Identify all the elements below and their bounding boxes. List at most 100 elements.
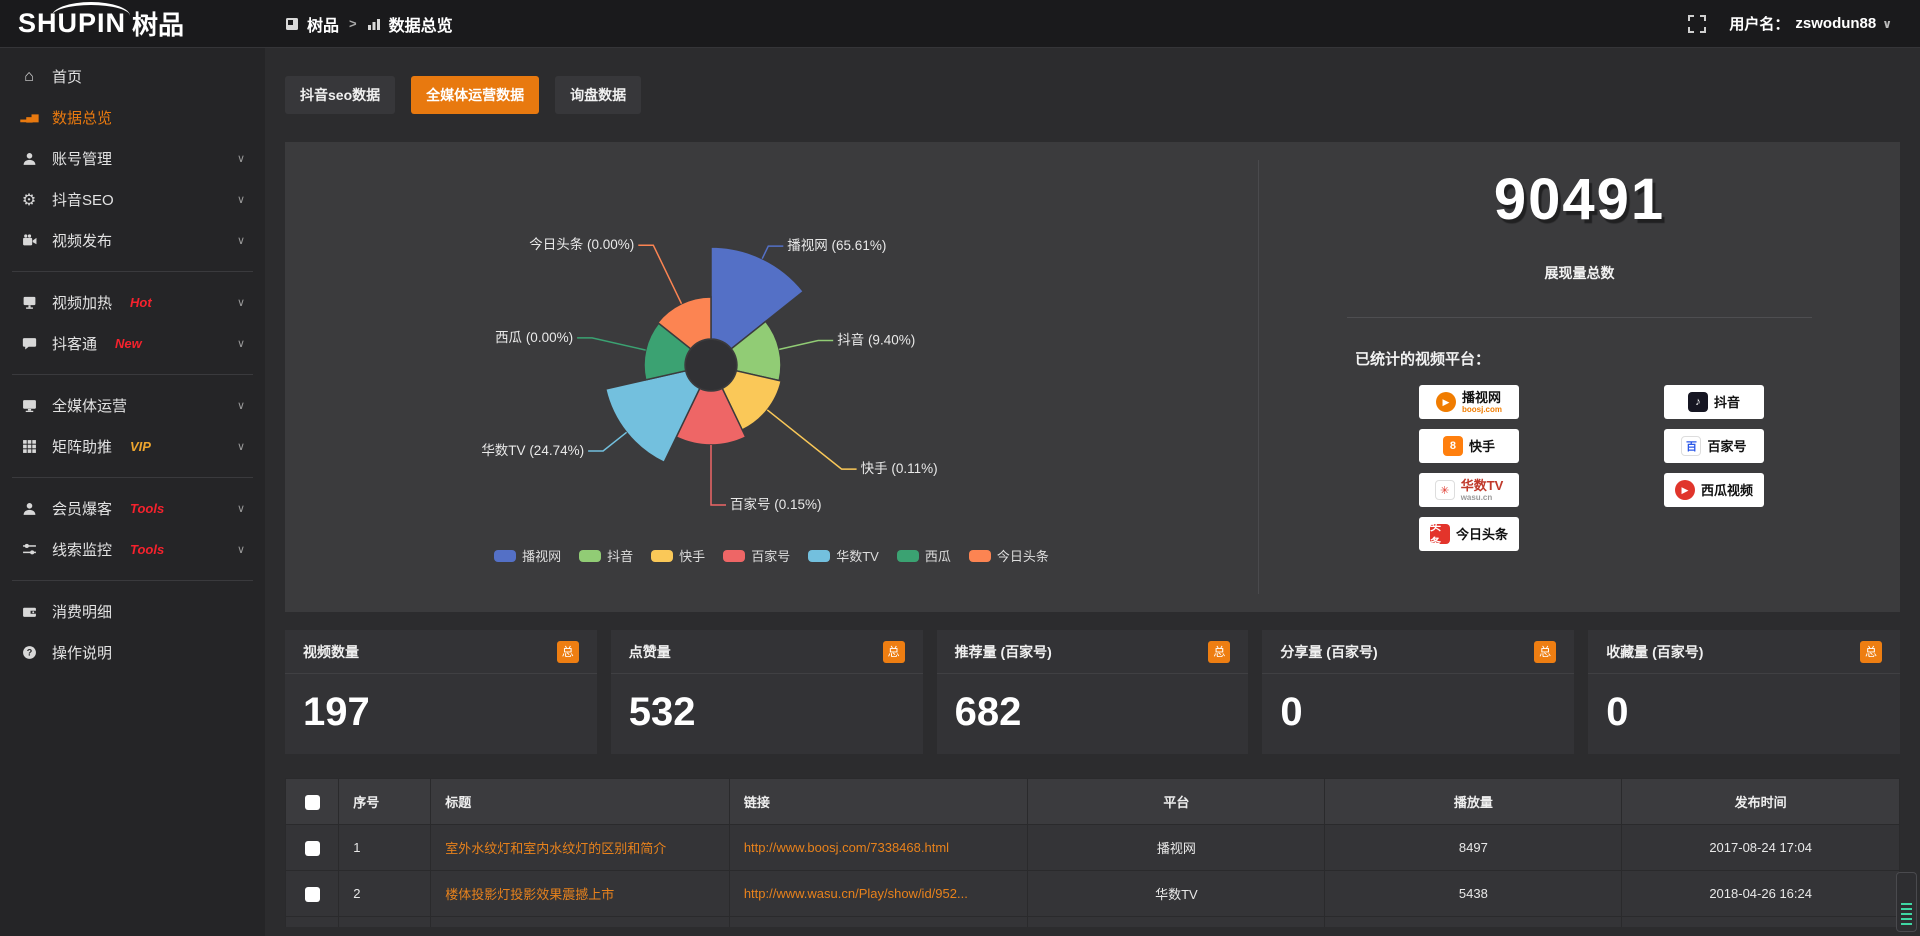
sidebar-item-全媒体运营[interactable]: 全媒体运营∨	[0, 385, 265, 426]
table-row: 2楼体投影灯投影效果震撼上市http://www.wasu.cn/Play/sh…	[286, 871, 1900, 917]
fullscreen-icon[interactable]	[1687, 14, 1707, 34]
stat-value: 0	[1588, 674, 1900, 735]
sidebar-item-label: 全媒体运营	[52, 395, 127, 416]
column-header-播放量: 播放量	[1325, 779, 1622, 825]
sidebar-divider	[12, 477, 253, 478]
stat-value: 532	[611, 674, 923, 735]
row-checkbox[interactable]	[305, 887, 320, 902]
column-header-平台: 平台	[1028, 779, 1325, 825]
legend-item-西瓜[interactable]: 西瓜	[897, 546, 951, 565]
video-url-link[interactable]: http://www.wasu.cn/Play/show/id/952...	[729, 871, 1028, 917]
pie-label-西瓜: 西瓜 (0.00%)	[495, 330, 573, 345]
stat-value: 0	[1262, 674, 1574, 735]
platform-badge-西瓜视频: ▶西瓜视频	[1664, 473, 1764, 507]
sidebar-item-label: 数据总览	[52, 107, 112, 128]
home-icon: ⌂	[20, 68, 38, 86]
legend-item-今日头条[interactable]: 今日头条	[969, 546, 1049, 565]
user-menu[interactable]: 用户名： zswodun88 ∨	[1729, 13, 1892, 34]
summary-divider	[1347, 317, 1812, 318]
video-url-link[interactable]: http://www.boosj.com/7338468.html	[729, 825, 1028, 871]
total-impressions-label: 展现量总数	[1259, 263, 1900, 283]
sidebar-item-会员爆客[interactable]: 会员爆客Tools∨	[0, 488, 265, 529]
camera-icon	[20, 233, 38, 248]
select-all-checkbox[interactable]	[305, 795, 320, 810]
svg-text:?: ?	[26, 648, 32, 658]
scrollbar-widget[interactable]	[1896, 872, 1917, 932]
total-badge: 总	[1208, 641, 1230, 663]
sidebar-item-操作说明[interactable]: ?操作说明	[0, 632, 265, 673]
empty-cell	[1028, 917, 1325, 927]
plays-cell: 5438	[1325, 871, 1622, 917]
table-row: 1室外水纹灯和室内水纹灯的区别和简介http://www.boosj.com/7…	[286, 825, 1900, 871]
tab-抖音seo数据[interactable]: 抖音seo数据	[285, 76, 395, 114]
legend-swatch	[494, 550, 516, 562]
sidebar-item-数据总览[interactable]: ▂▄▆数据总览	[0, 97, 265, 138]
sidebar-item-账号管理[interactable]: 账号管理∨	[0, 138, 265, 179]
sidebar-item-badge: Hot	[130, 295, 152, 310]
sidebar-item-badge: New	[115, 336, 142, 351]
stat-label: 收藏量 (百家号)	[1606, 642, 1703, 662]
sidebar-item-抖客通[interactable]: 抖客通New∨	[0, 323, 265, 364]
legend-item-华数TV[interactable]: 华数TV	[808, 546, 879, 565]
username-label: 用户名：	[1729, 13, 1789, 34]
sidebar-item-label: 抖客通	[52, 333, 97, 354]
stat-card-header: 分享量 (百家号)总	[1262, 630, 1574, 674]
empty-cell	[286, 917, 339, 927]
breadcrumb-root[interactable]: 树品	[307, 12, 339, 36]
sidebar-item-label: 首页	[52, 66, 82, 87]
platform-name: 华数TV	[1461, 479, 1504, 492]
row-number: 2	[339, 871, 431, 917]
sidebar-divider	[12, 271, 253, 272]
tab-询盘数据[interactable]: 询盘数据	[555, 76, 641, 114]
sidebar-item-矩阵助推[interactable]: 矩阵助推VIP∨	[0, 426, 265, 467]
播视网-logo-icon: ▶	[1436, 392, 1456, 412]
sidebar-item-首页[interactable]: ⌂ 首页	[0, 56, 265, 97]
legend-label: 今日头条	[997, 546, 1049, 565]
sidebar-divider	[12, 374, 253, 375]
gear-icon: ⚙	[20, 190, 38, 210]
platform-name: 抖音	[1714, 396, 1740, 409]
empty-cell	[431, 917, 730, 927]
app-square-icon	[285, 17, 299, 31]
platform-name: 百家号	[1707, 440, 1746, 453]
platform-name: 西瓜视频	[1701, 484, 1753, 497]
legend-item-抖音[interactable]: 抖音	[579, 546, 633, 565]
chevron-down-icon: ∨	[237, 502, 245, 515]
chevron-down-icon: ∨	[237, 440, 245, 453]
百家号-logo-icon: 百	[1681, 436, 1701, 456]
stat-card-分享量 (百家号): 分享量 (百家号)总0	[1262, 630, 1574, 754]
chat-icon	[20, 336, 38, 351]
sidebar-item-抖音SEO[interactable]: ⚙抖音SEO∨	[0, 179, 265, 220]
sidebar-item-消费明细[interactable]: 消费明细	[0, 591, 265, 632]
legend-swatch	[651, 550, 673, 562]
logo[interactable]: SHUPIN 树品	[0, 0, 265, 47]
sidebar-item-视频发布[interactable]: 视频发布∨	[0, 220, 265, 261]
empty-cell	[1622, 917, 1900, 927]
今日头条-logo-icon: 头条	[1430, 524, 1450, 544]
sidebar-item-badge: Tools	[130, 542, 164, 557]
legend-item-播视网[interactable]: 播视网	[494, 546, 561, 565]
legend-label: 西瓜	[925, 546, 951, 565]
platform-name: 播视网	[1462, 391, 1501, 404]
column-header-发布时间: 发布时间	[1622, 779, 1900, 825]
sidebar-item-视频加热[interactable]: 视频加热Hot∨	[0, 282, 265, 323]
sidebar-item-label: 视频发布	[52, 230, 112, 251]
platform-badge-百家号: 百百家号	[1664, 429, 1764, 463]
video-title-link[interactable]: 楼体投影灯投影效果震撼上市	[431, 871, 730, 917]
sidebar-item-线索监控[interactable]: 线索监控Tools∨	[0, 529, 265, 570]
legend-item-快手[interactable]: 快手	[651, 546, 705, 565]
pie-slice-华数TV[interactable]	[606, 371, 700, 463]
legend-label: 快手	[679, 546, 705, 565]
total-badge: 总	[1534, 641, 1556, 663]
video-title-link[interactable]: 室外水纹灯和室内水纹灯的区别和简介	[431, 825, 730, 871]
platform-badge-今日头条: 头条今日头条	[1419, 517, 1519, 551]
overview-panel: 播视网 (65.61%)抖音 (9.40%)快手 (0.11%)百家号 (0.1…	[285, 142, 1900, 612]
pie-label-line	[638, 245, 681, 304]
pie-label-华数TV: 华数TV (24.74%)	[481, 443, 584, 458]
platform-column-2: ♪抖音百百家号▶西瓜视频	[1664, 385, 1764, 551]
sidebar-item-label: 抖音SEO	[52, 189, 114, 210]
pie-label-line	[762, 246, 783, 259]
row-checkbox[interactable]	[305, 841, 320, 856]
legend-item-百家号[interactable]: 百家号	[723, 546, 790, 565]
tab-全媒体运营数据[interactable]: 全媒体运营数据	[411, 76, 539, 114]
